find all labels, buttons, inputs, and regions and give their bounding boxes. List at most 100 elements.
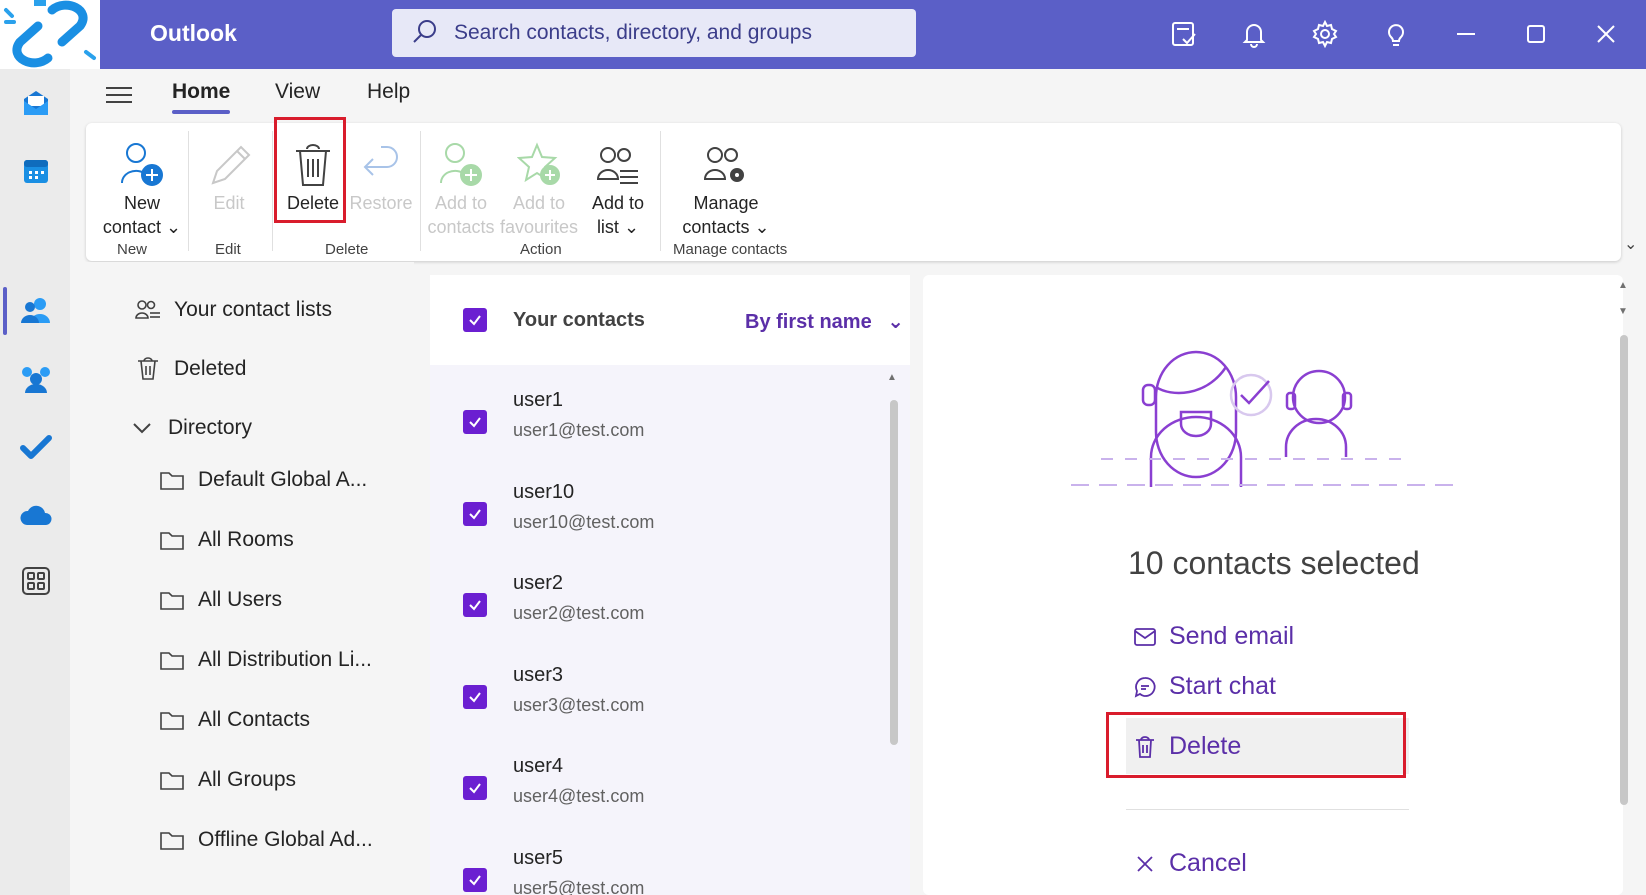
search-box[interactable]: Search contacts, directory, and groups <box>392 9 916 57</box>
scroll-down-icon[interactable]: ▼ <box>1618 306 1628 317</box>
hamburger-menu-icon[interactable] <box>106 82 132 106</box>
groups-icon[interactable] <box>14 357 58 401</box>
star-add-icon <box>496 133 582 189</box>
manage-contacts-button[interactable]: Manage contacts ⌄ <box>666 133 786 239</box>
table-row[interactable]: user4 user4@test.com <box>430 741 880 833</box>
contact-email: user2@test.com <box>513 603 645 623</box>
row-checkbox[interactable] <box>463 410 487 434</box>
row-checkbox[interactable] <box>463 868 487 892</box>
directory-item[interactable]: All Distribution Li... <box>158 646 372 674</box>
tab-home[interactable]: Home <box>172 80 230 104</box>
contact-list-scrollbar[interactable] <box>890 400 898 745</box>
contact-list-header: Your contacts By first name ⌄ <box>430 275 910 365</box>
folder-icon <box>158 706 186 734</box>
divider <box>1126 809 1409 810</box>
row-checkbox[interactable] <box>463 593 487 617</box>
add-person-icon <box>92 133 192 189</box>
ribbon-group-new: New <box>117 241 148 258</box>
folder-pane: Your contact lists Deleted Directory Def… <box>70 262 414 895</box>
contact-list-icon <box>134 296 162 324</box>
scroll-up-icon[interactable]: ▲ <box>887 372 897 383</box>
directory-item[interactable]: All Contacts <box>158 706 310 734</box>
close-icon[interactable] <box>1590 18 1622 50</box>
app-logo <box>0 0 100 69</box>
directory-item[interactable]: All Users <box>158 586 282 614</box>
minimize-icon[interactable] <box>1450 18 1482 50</box>
chevron-down-icon: ⌄ <box>754 217 770 237</box>
folder-directory[interactable]: Directory <box>128 414 252 442</box>
sort-dropdown[interactable]: By first name ⌄ <box>745 309 904 334</box>
folder-deleted[interactable]: Deleted <box>134 355 246 383</box>
title-bar: Outlook Search contacts, directory, and … <box>0 0 1646 69</box>
folder-your-contact-lists[interactable]: Your contact lists <box>134 296 332 324</box>
contact-name: user3 <box>513 664 564 686</box>
calendar-icon[interactable] <box>14 149 58 193</box>
tab-view[interactable]: View <box>275 80 320 104</box>
ribbon-expand-icon[interactable]: ⌄ <box>1624 234 1637 254</box>
reading-pane-scrollbar[interactable] <box>1620 335 1628 805</box>
table-row[interactable]: user1 user1@test.com <box>430 375 880 467</box>
gear-icon[interactable] <box>1309 18 1341 50</box>
add-to-list-button[interactable]: Add to list ⌄ <box>578 133 658 239</box>
table-row[interactable]: user2 user2@test.com <box>430 558 880 650</box>
folder-icon <box>158 766 186 794</box>
table-row[interactable]: user10 user10@test.com <box>430 467 880 559</box>
mail-icon[interactable] <box>14 81 58 125</box>
contact-list-title: Your contacts <box>513 309 645 331</box>
chevron-down-icon: ⌄ <box>165 217 182 237</box>
restore-button[interactable]: Restore <box>341 133 421 215</box>
scroll-up-icon[interactable]: ▲ <box>1618 280 1628 291</box>
people-icon[interactable] <box>14 289 58 333</box>
table-row[interactable]: user3 user3@test.com <box>430 650 880 742</box>
add-to-favourites-button[interactable]: Add to favourites <box>496 133 582 239</box>
people-settings-icon <box>666 133 786 189</box>
directory-item[interactable]: Offline Global Ad... <box>158 826 373 854</box>
ribbon-group-action: Action <box>520 241 562 258</box>
bell-icon[interactable] <box>1238 18 1270 50</box>
onedrive-icon[interactable] <box>14 493 58 537</box>
undo-icon <box>341 133 421 189</box>
cancel-button[interactable]: Cancel <box>1133 849 1247 878</box>
app-title: Outlook <box>150 20 237 46</box>
folder-icon <box>158 646 186 674</box>
ribbon-group-delete: Delete <box>325 241 369 258</box>
maximize-icon[interactable] <box>1520 18 1552 50</box>
select-all-checkbox[interactable] <box>463 308 487 332</box>
folder-icon <box>158 526 186 554</box>
contact-email: user10@test.com <box>513 512 655 532</box>
edit-button[interactable]: Edit <box>189 133 269 215</box>
delete-button-highlight <box>274 117 346 223</box>
contact-email: user5@test.com <box>513 878 645 895</box>
row-checkbox[interactable] <box>463 502 487 526</box>
ribbon: New contact ⌄ Edit Delete Restore Add to… <box>86 117 1621 261</box>
new-contact-button[interactable]: New contact ⌄ <box>92 133 192 239</box>
directory-item[interactable]: All Groups <box>158 766 296 794</box>
tab-home-underline <box>172 110 230 114</box>
contact-name: user10 <box>513 481 575 503</box>
row-checkbox[interactable] <box>463 685 487 709</box>
rail-active-indicator <box>3 287 7 335</box>
directory-item[interactable]: Default Global A... <box>158 466 367 494</box>
todo-icon[interactable] <box>14 425 58 469</box>
pencil-icon <box>189 133 269 189</box>
delete-action-highlight <box>1106 712 1406 778</box>
row-checkbox[interactable] <box>463 776 487 800</box>
tasks-icon[interactable] <box>1168 18 1200 50</box>
selection-count: 10 contacts selected <box>1128 545 1420 581</box>
people-list-icon <box>578 133 658 189</box>
send-email-button[interactable]: Send email <box>1133 622 1294 651</box>
contact-email: user3@test.com <box>513 695 645 715</box>
folder-icon <box>158 586 186 614</box>
table-row[interactable]: user5 user5@test.com <box>430 833 880 895</box>
tab-help[interactable]: Help <box>367 80 410 104</box>
chevron-down-icon: ⌄ <box>623 217 640 237</box>
start-chat-button[interactable]: Start chat <box>1133 672 1276 701</box>
directory-item[interactable]: All Rooms <box>158 526 294 554</box>
chat-icon <box>1133 675 1157 699</box>
folder-icon <box>158 466 186 494</box>
contact-list-pane: Your contacts By first name ⌄ user1 user… <box>430 275 910 895</box>
lightbulb-icon[interactable] <box>1380 18 1412 50</box>
contact-name: user1 <box>513 389 564 411</box>
apps-icon[interactable] <box>14 559 58 603</box>
add-to-contacts-button[interactable]: Add to contacts <box>422 133 500 239</box>
